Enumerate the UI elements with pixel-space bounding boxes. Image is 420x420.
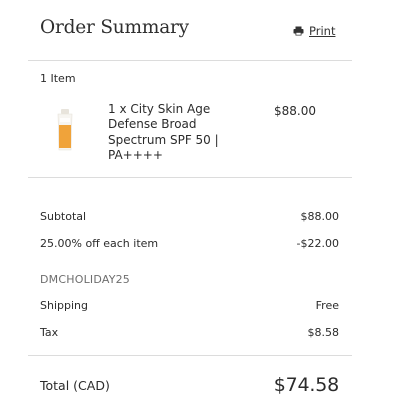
print-button[interactable]: Print — [293, 24, 335, 38]
subtotal-row: Subtotal $88.00 — [40, 210, 339, 223]
order-summary-title: Order Summary — [40, 17, 189, 38]
item-count: 1 Item — [40, 72, 76, 85]
tax-value: $8.58 — [307, 326, 340, 339]
printer-icon — [293, 26, 304, 36]
divider — [28, 177, 352, 178]
product-thumbnail — [54, 109, 76, 151]
shipping-value: Free — [315, 299, 339, 312]
discount-row: 25.00% off each item -$22.00 — [40, 237, 339, 250]
discount-value: -$22.00 — [296, 237, 339, 250]
shipping-label: Shipping — [40, 299, 88, 312]
divider — [28, 60, 352, 61]
item-name: 1 x City Skin Age Defense Broad Spectrum… — [108, 102, 219, 163]
tax-label: Tax — [40, 326, 59, 339]
item-price: $88.00 — [274, 104, 316, 118]
divider — [28, 355, 352, 356]
print-label[interactable]: Print — [309, 24, 335, 38]
subtotal-value: $88.00 — [300, 210, 340, 223]
subtotal-label: Subtotal — [40, 210, 87, 223]
shipping-row: Shipping Free — [40, 299, 339, 312]
total-label: Total (CAD) — [40, 377, 110, 393]
tax-row: Tax $8.58 — [40, 326, 339, 339]
discount-label: 25.00% off each item — [40, 237, 159, 250]
total-value: $74.58 — [273, 374, 339, 396]
promo-code: DMCHOLIDAY25 — [40, 273, 131, 286]
total-row: Total (CAD) $74.58 — [40, 374, 339, 396]
